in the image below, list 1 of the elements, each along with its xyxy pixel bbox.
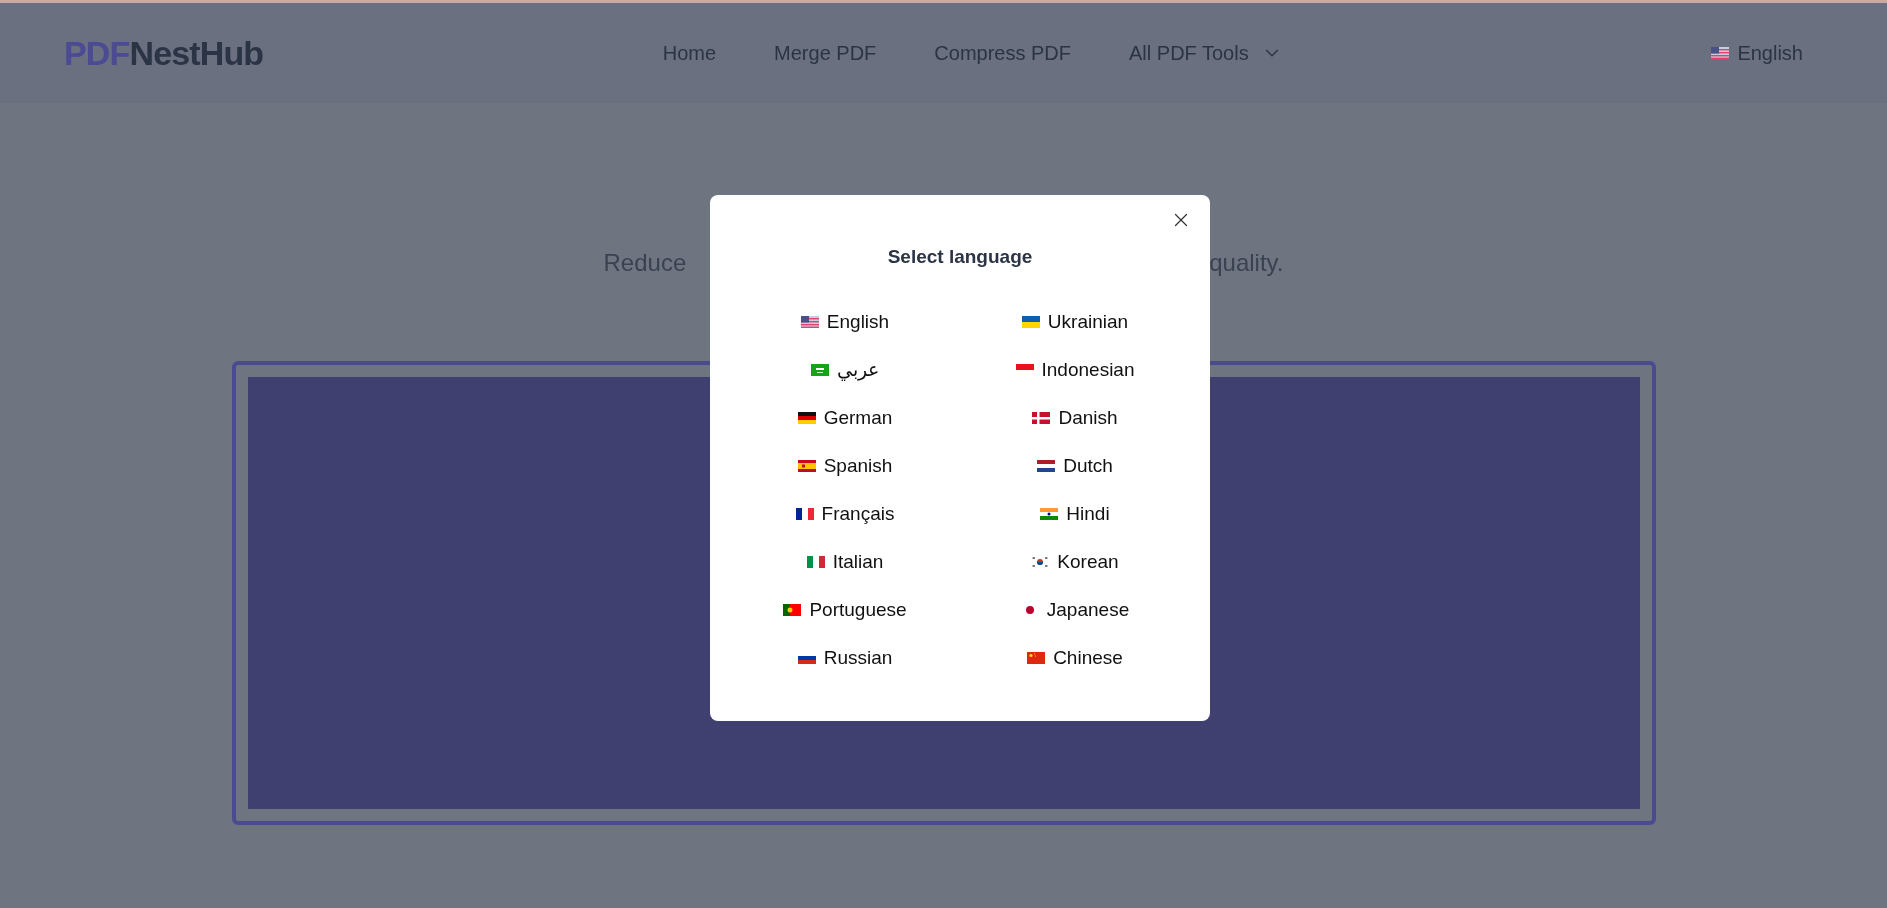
dialog-title: Select language (887, 245, 1033, 269)
